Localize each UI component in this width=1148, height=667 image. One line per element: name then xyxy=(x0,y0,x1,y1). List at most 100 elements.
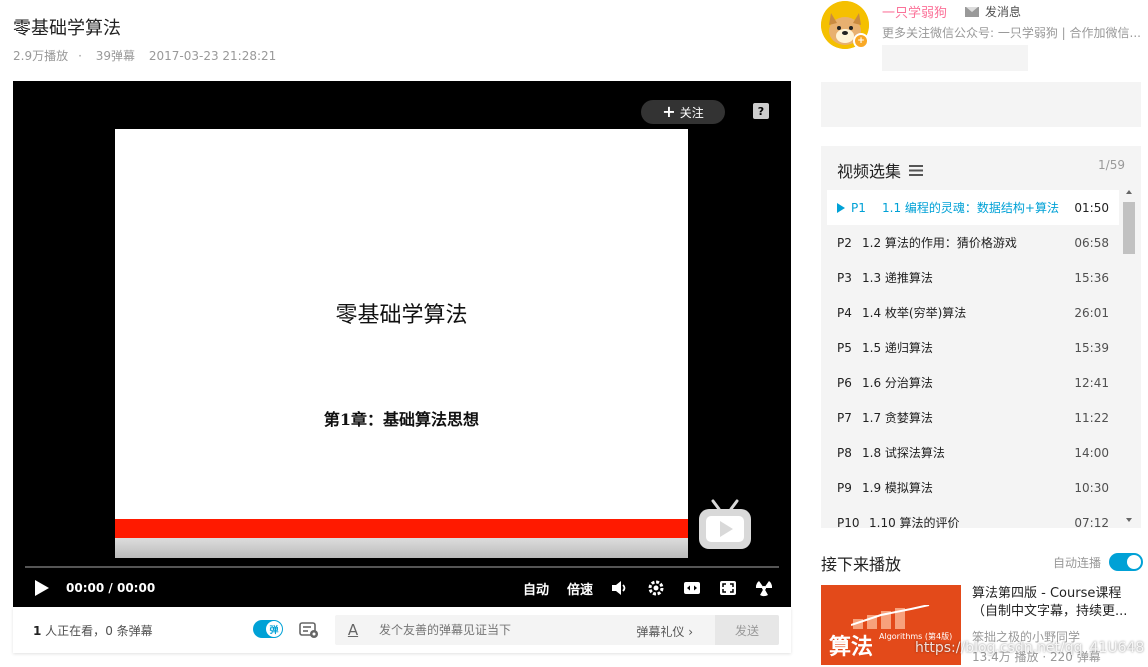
scroll-down-icon[interactable] xyxy=(1126,518,1132,522)
episode-number: P1 xyxy=(851,200,866,215)
playlist-item-p9[interactable]: P9 1.9 模拟算法 10:30 xyxy=(827,470,1119,505)
playlist-item-p2[interactable]: P2 1.2 算法的作用：猜价格游戏 06:58 xyxy=(827,225,1119,260)
episode-duration: 10:30 xyxy=(1074,480,1109,495)
mail-icon xyxy=(965,6,979,17)
video-title: 零基础学算法 xyxy=(13,18,121,39)
episode-title: 1.7 贪婪算法 xyxy=(862,411,933,425)
episode-title: 1.4 枚举(穷举)算法 xyxy=(862,306,967,320)
episode-playlist: 视频选集 1/59 P1 1.1 编程的灵魂：数据结构+算法 01:50 P2 … xyxy=(821,146,1141,530)
watermark-text: https://blog.csdn.net/qq_41U648 xyxy=(915,640,1145,656)
episode-duration: 01:50 xyxy=(1074,200,1109,215)
player-follow-button[interactable]: + 关注 xyxy=(641,100,725,124)
episode-number: P10 xyxy=(837,515,860,530)
view-count: 2.9万播放 xyxy=(13,49,69,63)
slide-red-bar xyxy=(115,519,688,538)
settings-gear-icon[interactable] xyxy=(647,579,665,597)
playlist-item-p4[interactable]: P4 1.4 枚举(穷举)算法 26:01 xyxy=(827,295,1119,330)
playlist-scrollbar[interactable] xyxy=(1123,190,1135,522)
playlist-item-p10[interactable]: P10 1.10 算法的评价 07:12 xyxy=(827,505,1119,540)
playlist-item-p3[interactable]: P3 1.3 递推算法 15:36 xyxy=(827,260,1119,295)
episode-number: P9 xyxy=(837,480,852,495)
video-frame: 零基础学算法 第1章：基础算法思想 xyxy=(115,129,688,558)
danmaku-count: 39弹幕 xyxy=(95,49,136,63)
danmaku-total: 0 xyxy=(105,623,113,638)
playlist-item-p6[interactable]: P6 1.6 分治算法 12:41 xyxy=(827,365,1119,400)
episode-number: P4 xyxy=(837,305,852,320)
total-duration: 00:00 xyxy=(116,581,156,595)
thumbnail-title: 算法 xyxy=(829,634,874,660)
web-fullscreen-icon[interactable] xyxy=(719,579,737,597)
danmaku-etiquette-link[interactable]: 弹幕礼仪 › xyxy=(636,623,693,640)
ad-banner[interactable] xyxy=(821,82,1141,127)
follow-button-placeholder[interactable] xyxy=(882,45,1028,71)
playlist-count: 1/59 xyxy=(1098,158,1125,172)
video-meta: 2.9万播放 · 39弹幕 2017-03-23 21:28:21 xyxy=(13,47,286,64)
danmaku-input[interactable] xyxy=(379,623,629,637)
episode-duration: 07:12 xyxy=(1074,515,1109,530)
autoplay-toggle[interactable] xyxy=(1109,553,1144,571)
danmaku-toggle-knob: 弹 xyxy=(266,621,282,637)
list-view-icon[interactable] xyxy=(909,164,924,176)
episode-number: P7 xyxy=(837,410,852,425)
recommended-title[interactable]: 算法第四版 - Course课程（自制中文字幕，持续更... xyxy=(972,585,1144,621)
video-player[interactable]: + 关注 ? 零基础学算法 第1章：基础算法思想 00:00 / 00:00 自… xyxy=(13,81,791,607)
danmaku-bar: 1 人正在看，0 条弹幕 弹 A 弹幕礼仪 › 发送 xyxy=(13,607,791,653)
speed-button[interactable]: 倍速 xyxy=(567,579,593,598)
episode-duration: 26:01 xyxy=(1074,305,1109,320)
episode-duration: 14:00 xyxy=(1074,445,1109,460)
fullscreen-icon[interactable] xyxy=(755,579,773,597)
episode-duration: 11:22 xyxy=(1074,410,1109,425)
upload-date: 2017-03-23 21:28:21 xyxy=(148,49,277,63)
episode-title: 1.5 递归算法 xyxy=(862,341,933,355)
quality-button[interactable]: 自动 xyxy=(523,579,549,598)
episode-title: 1.10 算法的评价 xyxy=(869,516,960,530)
uploader-name[interactable]: 一只学弱狗 xyxy=(882,2,947,21)
next-up-title: 接下来播放 xyxy=(821,555,902,574)
time-display: 00:00 / 00:00 xyxy=(66,581,155,595)
slide-title: 零基础学算法 xyxy=(335,303,468,328)
watching-info: 1 人正在看，0 条弹幕 xyxy=(33,622,153,639)
progress-bar[interactable] xyxy=(25,566,779,568)
episode-title: 1.2 算法的作用：猜价格游戏 xyxy=(862,236,1017,250)
playlist-item-p7[interactable]: P7 1.7 贪婪算法 11:22 xyxy=(827,400,1119,435)
episode-number: P2 xyxy=(837,235,852,250)
send-danmaku-button[interactable]: 发送 xyxy=(715,615,779,645)
episode-title: 1.6 分治算法 xyxy=(862,376,933,390)
episode-number: P6 xyxy=(837,375,852,390)
slide-footer xyxy=(115,538,688,558)
danmaku-toggle[interactable]: 弹 xyxy=(253,620,283,638)
danmaku-text: 条弹幕 xyxy=(112,623,153,638)
follow-label: 关注 xyxy=(679,105,704,120)
thumbnail-chart-graphic xyxy=(851,605,930,629)
send-message-button[interactable]: 发消息 xyxy=(965,3,1021,20)
scroll-up-icon[interactable] xyxy=(1126,190,1132,194)
time-separator: / xyxy=(108,581,113,595)
current-time: 00:00 xyxy=(66,581,105,595)
autoplay-label: 自动连播 xyxy=(1053,555,1102,570)
meta-separator: · xyxy=(78,49,82,63)
volume-icon[interactable] xyxy=(611,579,629,597)
episode-title: 1.9 模拟算法 xyxy=(862,481,933,495)
plus-icon: + xyxy=(662,102,676,121)
playlist-item-p5[interactable]: P5 1.5 递归算法 15:39 xyxy=(827,330,1119,365)
slide-subtitle: 第1章：基础算法思想 xyxy=(323,410,480,429)
play-icon[interactable] xyxy=(35,580,49,596)
scrollbar-thumb[interactable] xyxy=(1123,202,1135,254)
player-controls: 00:00 / 00:00 自动 倍速 xyxy=(13,573,791,603)
playlist-header: 视频选集 xyxy=(837,158,924,182)
font-style-icon[interactable]: A xyxy=(335,621,371,639)
episode-duration: 12:41 xyxy=(1074,375,1109,390)
episode-number: P3 xyxy=(837,270,852,285)
episode-title: 1.1 编程的灵魂：数据结构+算法 xyxy=(882,201,1059,215)
playlist-item-p8[interactable]: P8 1.8 试探法算法 14:00 xyxy=(827,435,1119,470)
danmaku-settings-icon[interactable] xyxy=(299,621,319,639)
vip-badge-icon: + xyxy=(853,33,869,49)
help-icon[interactable]: ? xyxy=(753,103,769,119)
episode-duration: 06:58 xyxy=(1074,235,1109,250)
episode-number: P5 xyxy=(837,340,852,355)
bilibili-tv-icon xyxy=(699,499,751,549)
widescreen-icon[interactable] xyxy=(683,579,701,597)
playlist-items: P1 1.1 编程的灵魂：数据结构+算法 01:50 P2 1.2 算法的作用：… xyxy=(827,190,1119,540)
playlist-item-p1[interactable]: P1 1.1 编程的灵魂：数据结构+算法 01:50 xyxy=(827,190,1119,225)
episode-number: P8 xyxy=(837,445,852,460)
